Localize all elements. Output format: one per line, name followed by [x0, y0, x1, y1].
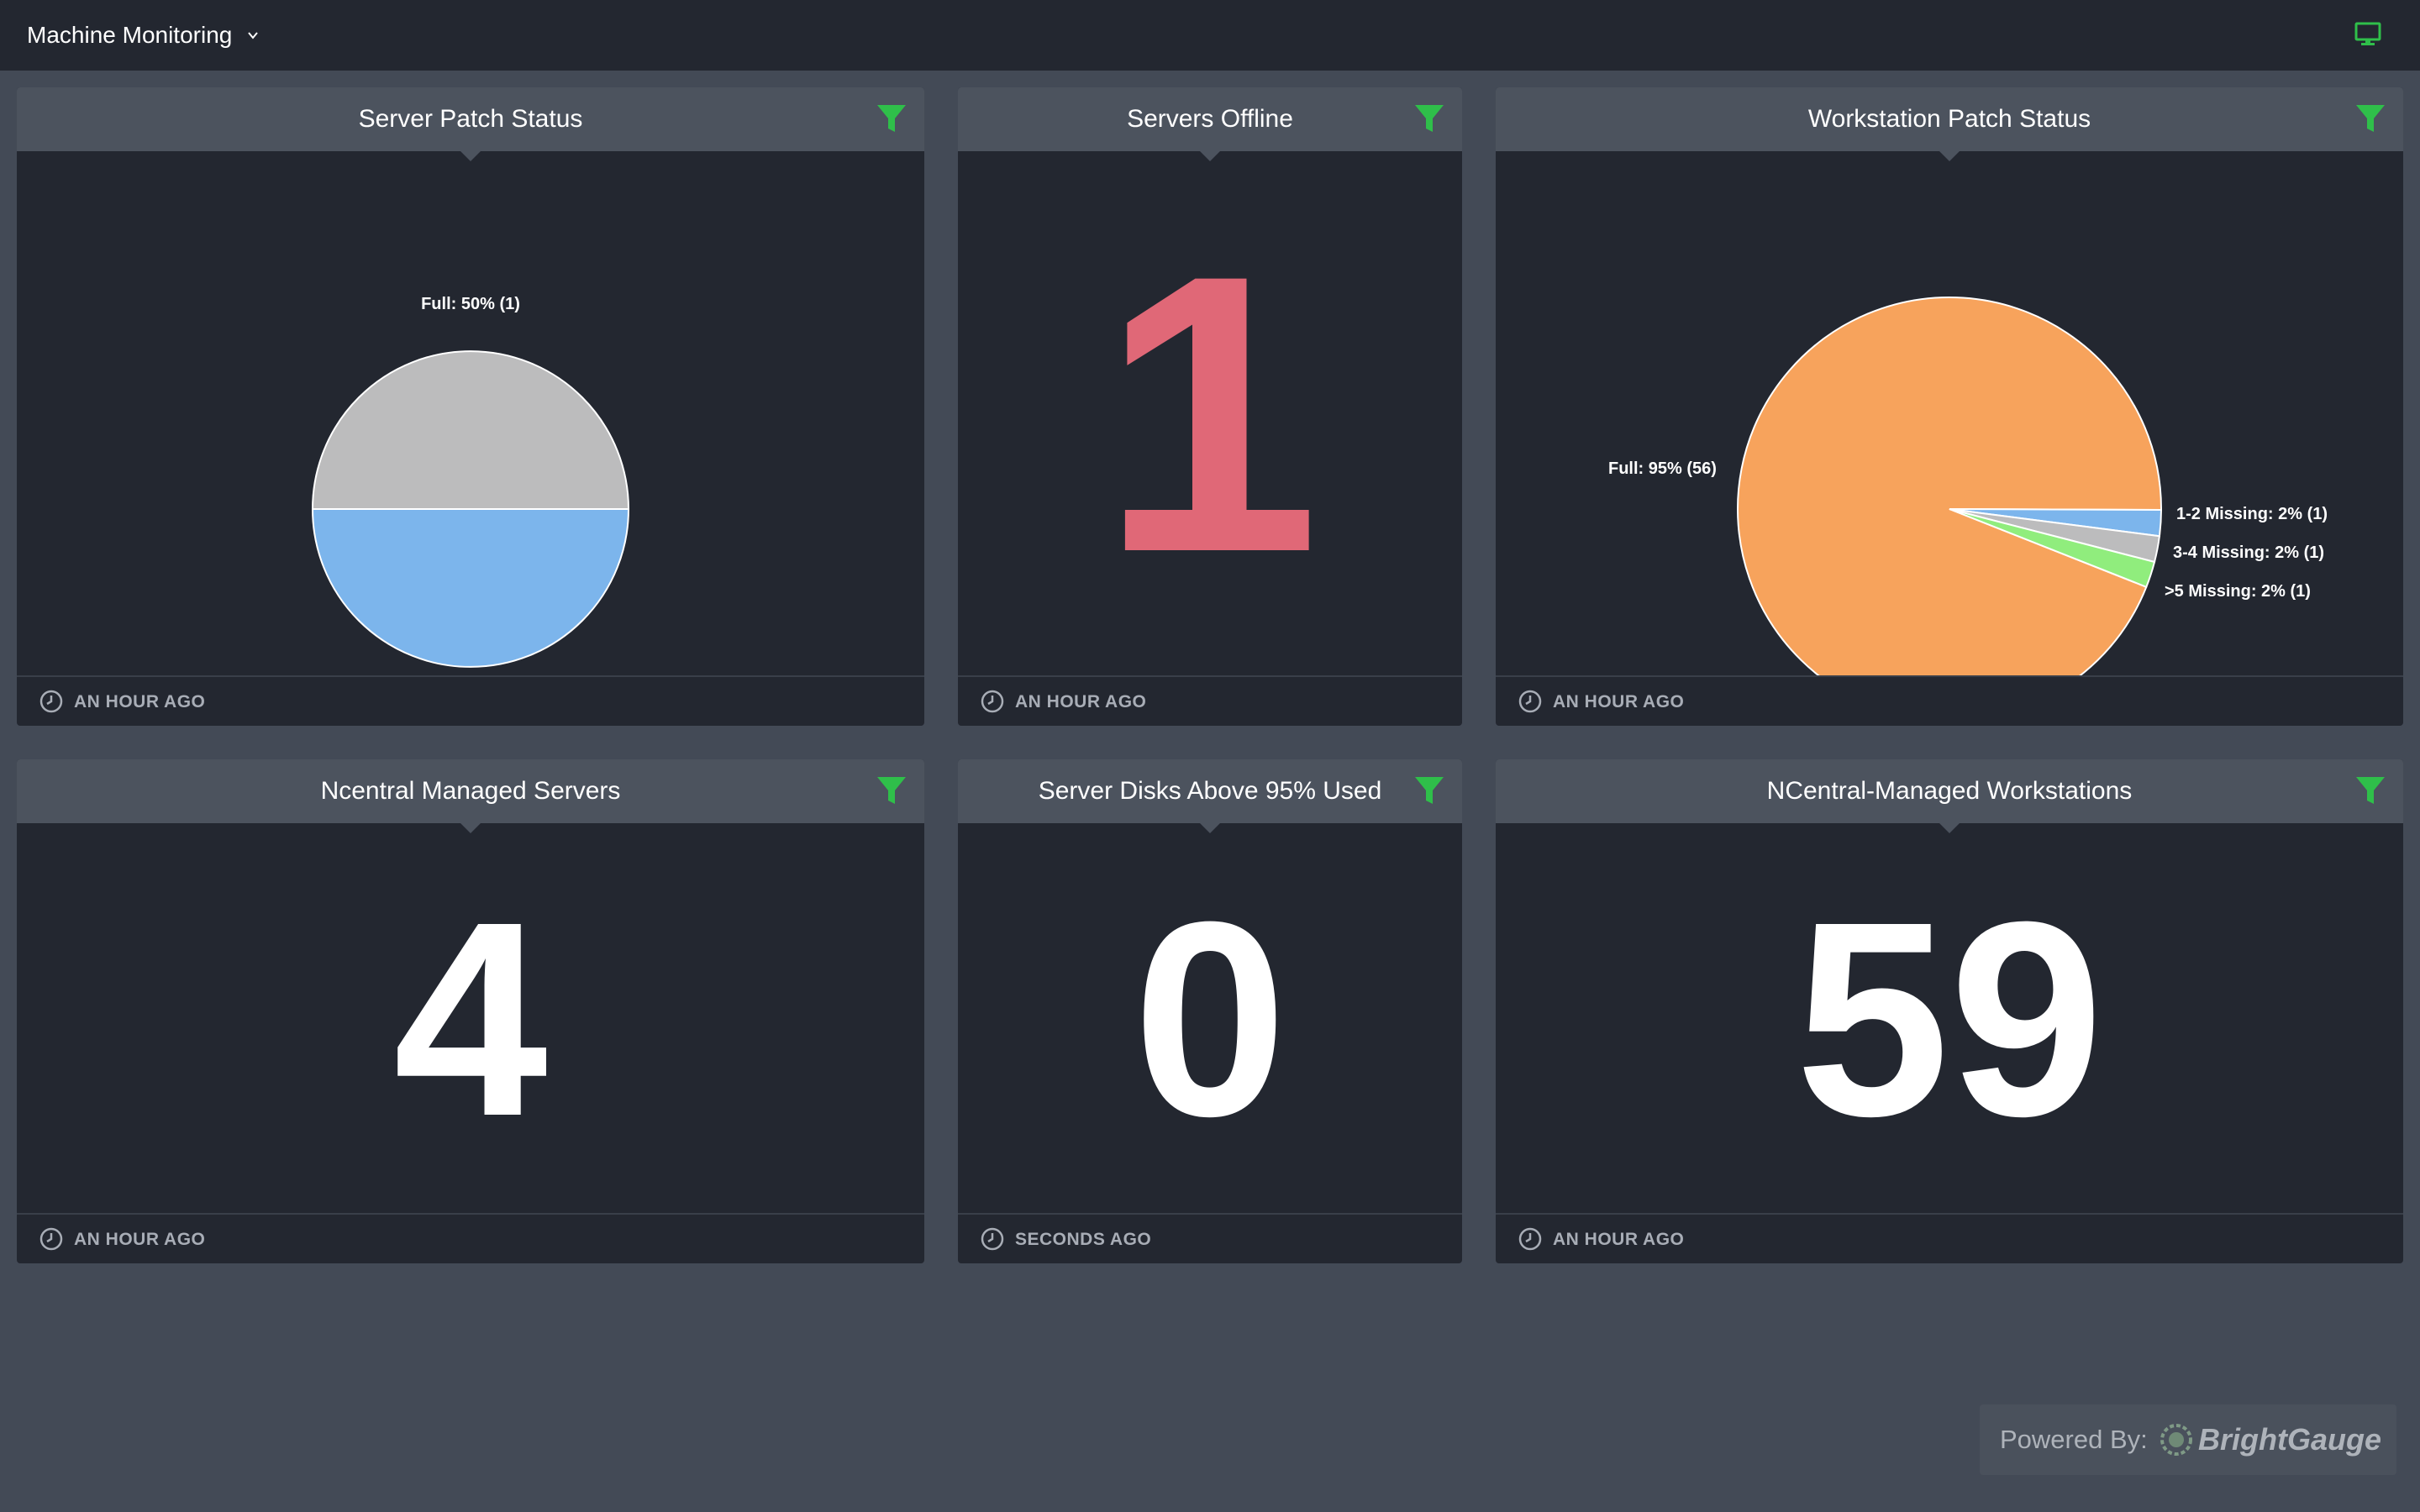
monitor-icon[interactable]	[2354, 22, 2381, 47]
panel-ncentral-managed-workstations: NCentral-Managed Workstations 59 AN HOUR…	[1496, 759, 2403, 1263]
pie-data-label: 1-2 Missing: 2% (1)	[2176, 505, 2328, 523]
panel-title: NCentral-Managed Workstations	[1766, 777, 2133, 805]
panel-ncentral-managed-servers: Ncentral Managed Servers 4 AN HOUR AGO	[17, 759, 924, 1263]
pie-data-label: Full: 95% (56)	[1608, 459, 1717, 478]
panel-footer: AN HOUR AGO	[1496, 1213, 2403, 1263]
metric-area: 0	[958, 823, 1462, 1215]
panel-footer: AN HOUR AGO	[17, 1213, 924, 1263]
clock-icon	[1518, 690, 1542, 713]
panel-server-patch-status: Server Patch Status Full: 50% (1)1-2 Mis…	[17, 87, 924, 726]
panel-header: Server Disks Above 95% Used	[958, 759, 1462, 833]
brightgauge-logo-text: BrightGauge	[2198, 1422, 2382, 1457]
clock-icon	[39, 1227, 63, 1251]
panel-header: Ncentral Managed Servers	[17, 759, 924, 833]
dashboard-title: Machine Monitoring	[27, 22, 233, 48]
metric-area: 59	[1496, 823, 2403, 1215]
panel-servers-offline: Servers Offline 1 AN HOUR AGO	[958, 87, 1462, 726]
panel-footer: AN HOUR AGO	[958, 675, 1462, 726]
panel-footer: AN HOUR AGO	[17, 675, 924, 726]
last-updated: AN HOUR AGO	[1553, 692, 1685, 711]
chevron-down-icon	[248, 32, 259, 39]
filter-icon[interactable]	[2354, 102, 2386, 134]
metric-area: 4	[17, 823, 924, 1215]
powered-by-text: Powered By:	[2000, 1425, 2148, 1454]
clock-icon	[981, 1227, 1004, 1251]
filter-icon[interactable]	[1413, 102, 1445, 134]
filter-icon[interactable]	[876, 774, 908, 806]
panel-title: Workstation Patch Status	[1807, 105, 2091, 133]
panel-footer: AN HOUR AGO	[1496, 675, 2403, 726]
filter-icon[interactable]	[876, 102, 908, 134]
chart-area: Full: 95% (56) 1-2 Missing: 2% (1) 3-4 Mis…	[1496, 151, 2403, 677]
panel-title: Servers Offline	[1127, 105, 1293, 133]
panel-header: Server Patch Status	[17, 87, 924, 161]
metric-area: 1	[958, 151, 1462, 677]
panel-header: NCentral-Managed Workstations	[1496, 759, 2403, 833]
pie-slice-full[interactable]	[1737, 297, 2162, 677]
panel-header: Workstation Patch Status	[1496, 87, 2403, 161]
last-updated: AN HOUR AGO	[1015, 692, 1147, 711]
pie-chart-server-patch: Full: 50% (1)1-2 Missing: 50% (1)	[311, 295, 630, 668]
pie-chart-workstation-patch: Full: 95% (56) 1-2 Missing: 2% (1) 3-4 Mis…	[1608, 297, 2328, 677]
metric-value: 1	[1100, 193, 1320, 634]
panel-footer: SECONDS AGO	[958, 1213, 1462, 1263]
top-bar: Machine Monitoring	[0, 0, 2420, 71]
clock-icon	[1518, 1227, 1542, 1251]
filter-icon[interactable]	[1413, 774, 1445, 806]
powered-by-badge[interactable]: Powered By: BrightGauge	[1980, 1404, 2396, 1475]
pie-slice-full[interactable]	[311, 350, 630, 510]
pie-data-label: 3-4 Missing: 2% (1)	[2173, 543, 2324, 562]
panel-header: Servers Offline	[958, 87, 1462, 161]
metric-value: 59	[1795, 864, 2104, 1173]
dashboard-selector[interactable]: Machine Monitoring	[27, 18, 259, 52]
panel-workstation-patch-status: Workstation Patch Status Full: 95% (56) 1…	[1496, 87, 2403, 726]
metric-value: 0	[1133, 864, 1287, 1173]
pie-slice-1-2-missing[interactable]	[311, 508, 630, 668]
panel-server-disks-above-95: Server Disks Above 95% Used 0 SECONDS AG…	[958, 759, 1462, 1263]
filter-icon[interactable]	[2354, 774, 2386, 806]
last-updated: SECONDS AGO	[1015, 1230, 1152, 1249]
panel-title: Ncentral Managed Servers	[320, 777, 621, 805]
pie-data-label: Full: 50% (1)	[421, 295, 520, 313]
last-updated: AN HOUR AGO	[74, 1230, 206, 1249]
brightgauge-logo-icon	[2160, 1424, 2192, 1456]
pie-data-label: >5 Missing: 2% (1)	[2165, 582, 2311, 601]
panel-title: Server Disks Above 95% Used	[1038, 777, 1382, 805]
clock-icon	[39, 690, 63, 713]
chart-area: Full: 50% (1)1-2 Missing: 50% (1)	[17, 151, 924, 677]
last-updated: AN HOUR AGO	[1553, 1230, 1685, 1249]
panel-title: Server Patch Status	[358, 105, 583, 133]
clock-icon	[981, 690, 1004, 713]
metric-value: 4	[393, 864, 548, 1173]
last-updated: AN HOUR AGO	[74, 692, 206, 711]
